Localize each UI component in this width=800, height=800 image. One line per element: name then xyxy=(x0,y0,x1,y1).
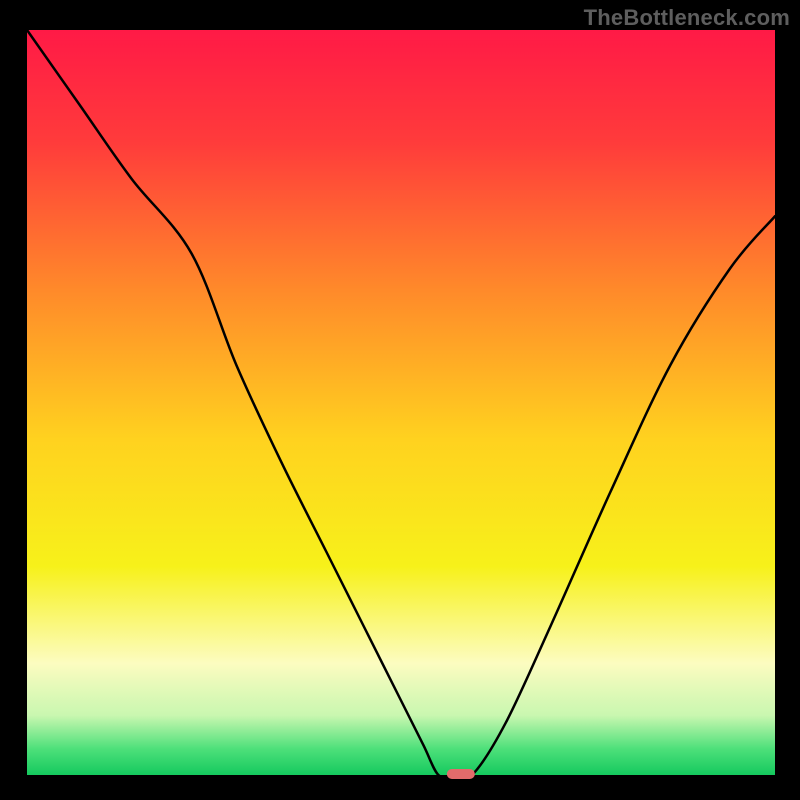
bottleneck-chart: TheBottleneck.com xyxy=(0,0,800,800)
chart-svg xyxy=(0,0,800,800)
watermark-label: TheBottleneck.com xyxy=(584,5,790,31)
optimal-marker xyxy=(447,769,475,779)
plot-area xyxy=(27,30,775,775)
